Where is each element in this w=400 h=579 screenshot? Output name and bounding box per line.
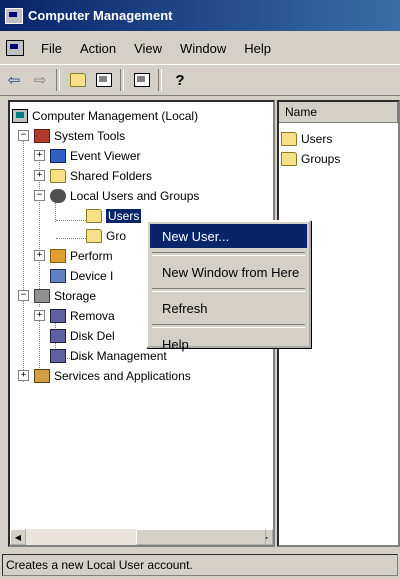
help-icon[interactable]: ? xyxy=(168,69,192,91)
folder-icon xyxy=(86,228,102,243)
tree-label: Computer Management (Local) xyxy=(32,108,199,123)
tree-node-removable-storage[interactable]: Remova xyxy=(50,306,115,325)
menu-separator xyxy=(152,288,305,292)
tree-node-performance[interactable]: Perform xyxy=(50,246,113,265)
expand-icon[interactable]: + xyxy=(34,250,45,261)
tree-label: Disk Del xyxy=(70,328,115,343)
defrag-icon xyxy=(50,328,66,343)
window-title: Computer Management xyxy=(28,8,173,23)
expand-icon[interactable]: + xyxy=(34,170,45,181)
removable-storage-icon xyxy=(50,308,66,323)
tree-node-users[interactable]: Users xyxy=(86,206,142,225)
disk-management-icon xyxy=(50,348,66,363)
menu-window[interactable]: Window xyxy=(171,41,235,56)
title-bar[interactable]: Computer Management xyxy=(0,0,400,31)
toolbar-separator xyxy=(158,69,162,91)
menu-file[interactable]: File xyxy=(32,41,71,56)
event-viewer-icon xyxy=(50,148,66,163)
expand-icon[interactable]: + xyxy=(34,310,45,321)
show-hide-tree-icon[interactable] xyxy=(92,69,116,91)
collapse-icon[interactable]: − xyxy=(18,130,29,141)
tree-node-system-tools[interactable]: System Tools xyxy=(34,126,125,145)
tree-node-shared-folders[interactable]: Shared Folders xyxy=(50,166,152,185)
list-item[interactable]: Users xyxy=(279,129,398,149)
tree-label: Remova xyxy=(70,308,115,323)
tree-label: Perform xyxy=(70,248,113,263)
tree-node-storage[interactable]: Storage xyxy=(34,286,96,305)
expand-icon[interactable]: + xyxy=(18,370,29,381)
export-list-icon[interactable] xyxy=(130,69,154,91)
folder-icon xyxy=(281,132,297,146)
menu-view[interactable]: View xyxy=(125,41,171,56)
context-menu: New User... New Window from Here Refresh… xyxy=(146,220,311,352)
list-item-label: Users xyxy=(301,132,333,146)
menu-bar: File Action View Window Help xyxy=(0,33,400,63)
tree-node-services[interactable]: Services and Applications xyxy=(34,366,191,385)
tree-label: Storage xyxy=(54,288,97,303)
tools-icon xyxy=(34,128,50,143)
tree-node-device-manager[interactable]: Device I xyxy=(50,266,113,285)
folder-icon xyxy=(50,168,66,183)
context-item-new-user[interactable]: New User... xyxy=(150,224,307,248)
context-item-help[interactable]: Help xyxy=(150,332,307,356)
toolbar-separator xyxy=(120,69,124,91)
storage-icon xyxy=(34,288,50,303)
device-manager-icon xyxy=(50,268,66,283)
context-item-refresh[interactable]: Refresh xyxy=(150,296,307,320)
list-item-label: Groups xyxy=(301,152,341,166)
toolbar: ⇦ ⇨ ? xyxy=(0,64,400,96)
app-icon xyxy=(5,7,23,24)
tree-label: Services and Applications xyxy=(54,368,191,383)
up-folder-icon[interactable] xyxy=(66,69,90,91)
expand-icon[interactable]: + xyxy=(34,150,45,161)
folder-icon xyxy=(281,152,297,166)
menu-help[interactable]: Help xyxy=(235,41,280,56)
context-item-new-window[interactable]: New Window from Here xyxy=(150,260,307,284)
tree-node-groups[interactable]: Gro xyxy=(86,226,126,245)
folder-icon xyxy=(86,208,102,223)
tree-node-disk-defragmenter[interactable]: Disk Del xyxy=(50,326,115,345)
performance-icon xyxy=(50,248,66,263)
tree-label: Local Users and Groups xyxy=(70,188,200,203)
tree-label: Device I xyxy=(70,268,114,283)
collapse-icon[interactable]: − xyxy=(18,290,29,301)
tree-label-selected: Users xyxy=(106,208,142,223)
list-item[interactable]: Groups xyxy=(279,149,398,169)
system-menu-icon[interactable] xyxy=(6,40,24,56)
tree-node-event-viewer[interactable]: Event Viewer xyxy=(50,146,140,165)
tree-label: Gro xyxy=(106,228,127,243)
column-header-name[interactable]: Name xyxy=(279,102,398,123)
tree-label: Event Viewer xyxy=(70,148,141,163)
scroll-thumb[interactable] xyxy=(136,529,266,545)
back-arrow-icon[interactable]: ⇦ xyxy=(2,69,26,91)
toolbar-separator xyxy=(56,69,60,91)
menu-separator xyxy=(152,252,305,256)
status-bar: Creates a new Local User account. xyxy=(2,554,398,576)
services-icon xyxy=(34,368,50,383)
users-icon xyxy=(50,188,66,203)
computer-icon xyxy=(12,108,28,123)
tree-label: Shared Folders xyxy=(70,168,153,183)
menu-separator xyxy=(152,324,305,328)
horizontal-scrollbar[interactable]: ◀ ▶ xyxy=(10,529,273,545)
collapse-icon[interactable]: − xyxy=(34,190,45,201)
tree-node-local-users-groups[interactable]: Local Users and Groups xyxy=(50,186,199,205)
tree-label: System Tools xyxy=(54,128,126,143)
scroll-left-icon[interactable]: ◀ xyxy=(10,529,26,545)
status-text: Creates a new Local User account. xyxy=(6,558,193,572)
tree-node-root[interactable]: Computer Management (Local) xyxy=(12,106,198,125)
forward-arrow-icon[interactable]: ⇨ xyxy=(28,69,52,91)
menu-action[interactable]: Action xyxy=(71,41,125,56)
